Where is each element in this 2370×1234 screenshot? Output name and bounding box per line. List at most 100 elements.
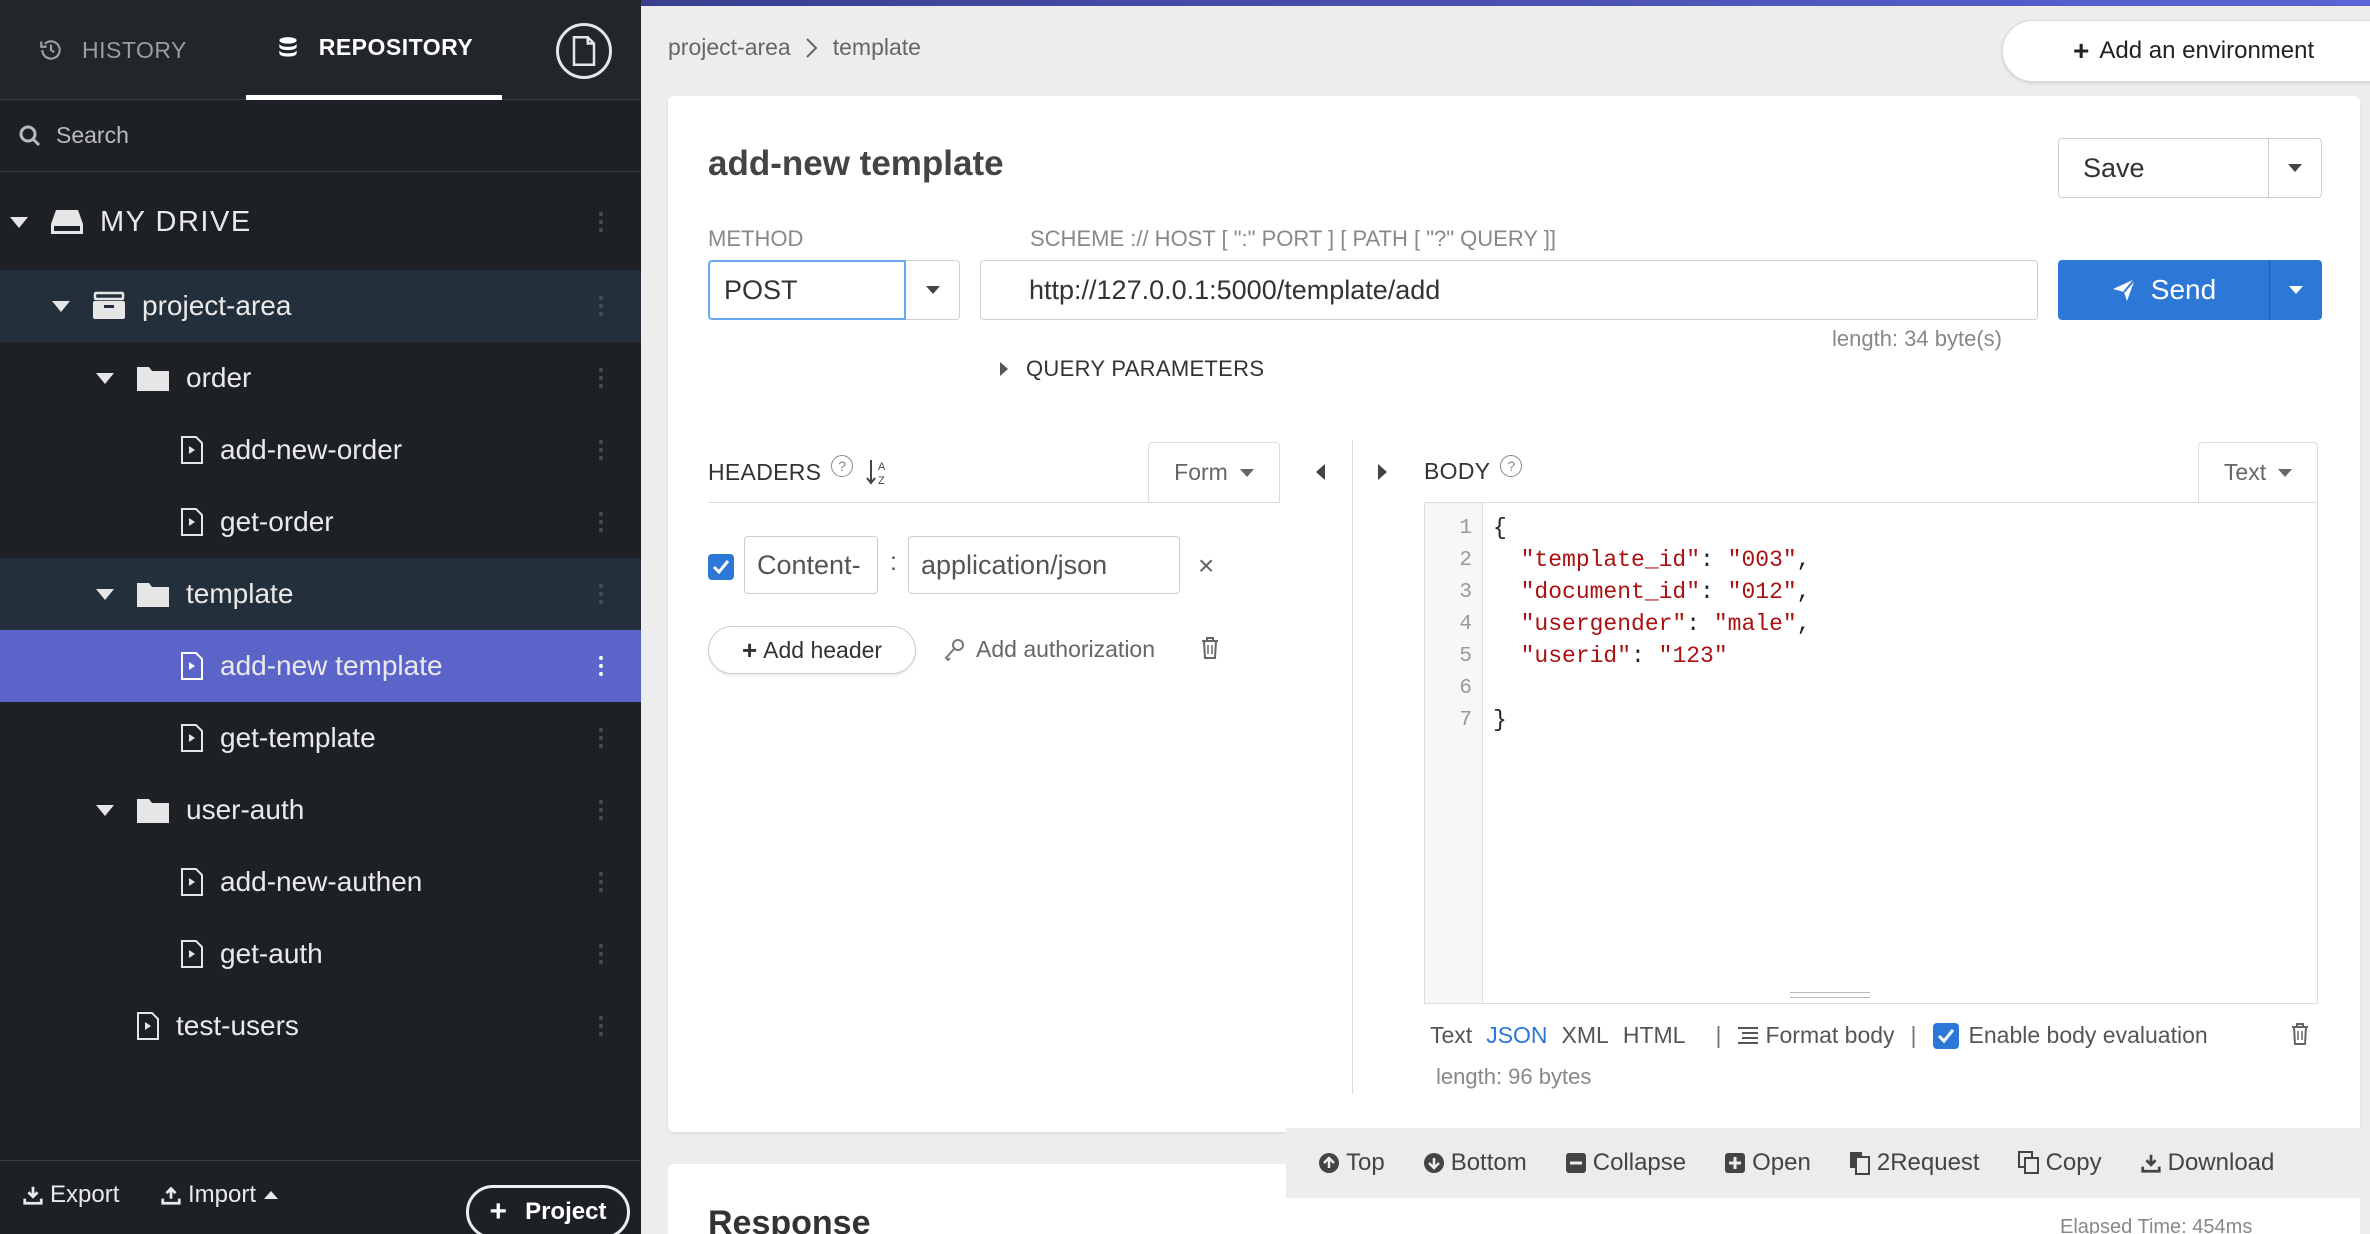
trash-icon[interactable] <box>2290 1022 2310 1046</box>
download-button[interactable]: Download <box>2140 1149 2274 1177</box>
more-menu-icon[interactable] <box>599 918 603 990</box>
breadcrumb-folder[interactable]: template <box>833 34 921 61</box>
tree-label: add-new-order <box>220 434 403 465</box>
more-menu-icon[interactable] <box>599 414 603 486</box>
chevron-right-icon <box>806 37 818 58</box>
tab-history-label: HISTORY <box>82 36 187 63</box>
add-environment-label: Add an environment <box>2099 37 2315 64</box>
enable-eval-checkbox[interactable] <box>1932 1022 1959 1049</box>
tree-label: template <box>186 578 294 609</box>
collapse-right-icon[interactable] <box>1378 464 1387 480</box>
enable-body-evaluation-toggle[interactable]: Enable body evaluation <box>1932 1022 2208 1049</box>
scroll-bottom-button[interactable]: Bottom <box>1423 1149 1527 1177</box>
tree-item-test-users[interactable]: test-users <box>0 990 641 1062</box>
collapse-left-icon[interactable] <box>1316 464 1325 480</box>
send-dropdown-button[interactable] <box>2270 260 2322 320</box>
search-input[interactable] <box>56 122 556 149</box>
help-icon[interactable]: ? <box>831 455 854 477</box>
format-json-link[interactable]: JSON <box>1486 1022 1547 1049</box>
more-menu-icon[interactable] <box>599 702 603 774</box>
chevron-down-icon[interactable] <box>96 588 114 600</box>
new-file-button[interactable] <box>556 23 612 79</box>
help-icon[interactable]: ? <box>1500 454 1523 477</box>
code-line: "template_id": "003", <box>1520 547 1811 573</box>
tree-item-get-auth[interactable]: get-auth <box>0 918 641 990</box>
more-menu-icon[interactable] <box>599 990 603 1062</box>
breadcrumb-project[interactable]: project-area <box>668 34 791 61</box>
more-menu-icon[interactable] <box>599 558 603 630</box>
trash-icon[interactable] <box>1200 636 1220 660</box>
more-menu-icon[interactable] <box>599 486 603 558</box>
to-request-button[interactable]: 2Request <box>1849 1149 1980 1177</box>
tab-repository[interactable]: REPOSITORY <box>246 0 502 100</box>
tree-item-add-new-order[interactable]: add-new-order <box>0 414 641 486</box>
sort-az-icon[interactable]: AZ <box>865 458 891 486</box>
chevron-down-icon[interactable] <box>52 300 70 312</box>
line-number: 4 <box>1459 613 1472 636</box>
svg-text:A: A <box>878 461 886 473</box>
add-project-button[interactable]: + Project <box>466 1185 630 1234</box>
method-dropdown-button[interactable] <box>906 260 960 320</box>
tab-history[interactable]: HISTORY <box>38 0 187 100</box>
save-button[interactable]: Save <box>2059 139 2269 197</box>
more-menu-icon[interactable] <box>599 342 603 414</box>
more-menu-icon[interactable] <box>599 186 603 258</box>
query-parameters-toggle[interactable]: QUERY PARAMETERS <box>1000 356 1264 382</box>
method-select[interactable]: POST <box>708 260 906 320</box>
more-menu-icon[interactable] <box>599 774 603 846</box>
chevron-down-icon[interactable] <box>96 804 114 816</box>
more-menu-icon[interactable] <box>599 846 603 918</box>
format-text-link[interactable]: Text <box>1430 1022 1472 1049</box>
format-html-link[interactable]: HTML <box>1623 1022 1686 1049</box>
body-heading: BODY ? <box>1424 454 1523 485</box>
tree-root-my-drive[interactable]: MY DRIVE <box>0 186 641 258</box>
format-xml-link[interactable]: XML <box>1562 1022 1609 1049</box>
url-input[interactable]: http://127.0.0.1:5000/template/add <box>980 260 2038 320</box>
chevron-down-icon[interactable] <box>10 216 28 228</box>
tree-item-template[interactable]: template <box>0 558 641 630</box>
more-menu-icon[interactable] <box>599 630 603 702</box>
response-title: Response <box>708 1204 871 1234</box>
add-header-button[interactable]: + Add header <box>708 626 916 674</box>
copy-button[interactable]: Copy <box>2017 1149 2102 1177</box>
tree-item-user-auth[interactable]: user-auth <box>0 774 641 846</box>
body-editor[interactable]: 1 2 3 4 5 6 7 { "template_id": "003", "d… <box>1424 502 2318 1004</box>
headers-mode-dropdown[interactable]: Form <box>1148 442 1280 502</box>
header-value-input[interactable]: application/json <box>908 536 1180 594</box>
tree-item-get-template[interactable]: get-template <box>0 702 641 774</box>
resize-grip[interactable] <box>1790 992 1870 998</box>
add-authorization-button[interactable]: Add authorization <box>944 636 1155 663</box>
open-button[interactable]: Open <box>1724 1149 1811 1177</box>
header-enabled-checkbox[interactable] <box>708 554 734 580</box>
import-button[interactable]: Import <box>160 1181 279 1209</box>
save-dropdown-button[interactable] <box>2269 139 2321 197</box>
remove-header-icon[interactable]: × <box>1198 550 1214 582</box>
panel-splitter[interactable] <box>1352 440 1353 1094</box>
export-button[interactable]: Export <box>22 1181 119 1209</box>
send-button[interactable]: Send <box>2058 260 2270 320</box>
more-menu-icon[interactable] <box>599 270 603 342</box>
scroll-top-button[interactable]: Top <box>1318 1149 1385 1177</box>
svg-text:Z: Z <box>878 475 885 486</box>
tree-label: get-auth <box>220 938 323 969</box>
body-mode-dropdown[interactable]: Text <box>2198 442 2318 502</box>
tree-item-project-area[interactable]: project-area <box>0 270 641 342</box>
tree-item-add-new-template[interactable]: add-new template <box>0 630 641 702</box>
minus-square-icon <box>1565 1153 1586 1173</box>
header-name-input[interactable]: Content- <box>744 536 878 594</box>
chevron-down-icon <box>925 286 940 294</box>
tree-item-order[interactable]: order <box>0 342 641 414</box>
request-file-icon <box>181 508 203 536</box>
collapse-button[interactable]: Collapse <box>1565 1149 1686 1177</box>
save-button-group: Save <box>2058 138 2322 198</box>
format-body-button[interactable]: Format body <box>1737 1022 1895 1049</box>
sidebar-tabs: HISTORY REPOSITORY <box>0 0 641 100</box>
plus-icon: + <box>741 634 758 665</box>
request-title[interactable]: add-new template <box>708 144 1004 184</box>
add-environment-button[interactable]: + Add an environment <box>2002 20 2370 82</box>
tree-label: user-auth <box>186 794 305 825</box>
tree-item-add-new-authen[interactable]: add-new-authen <box>0 846 641 918</box>
tree-item-get-order[interactable]: get-order <box>0 486 641 558</box>
file-icon <box>572 36 596 66</box>
chevron-down-icon[interactable] <box>96 372 114 384</box>
